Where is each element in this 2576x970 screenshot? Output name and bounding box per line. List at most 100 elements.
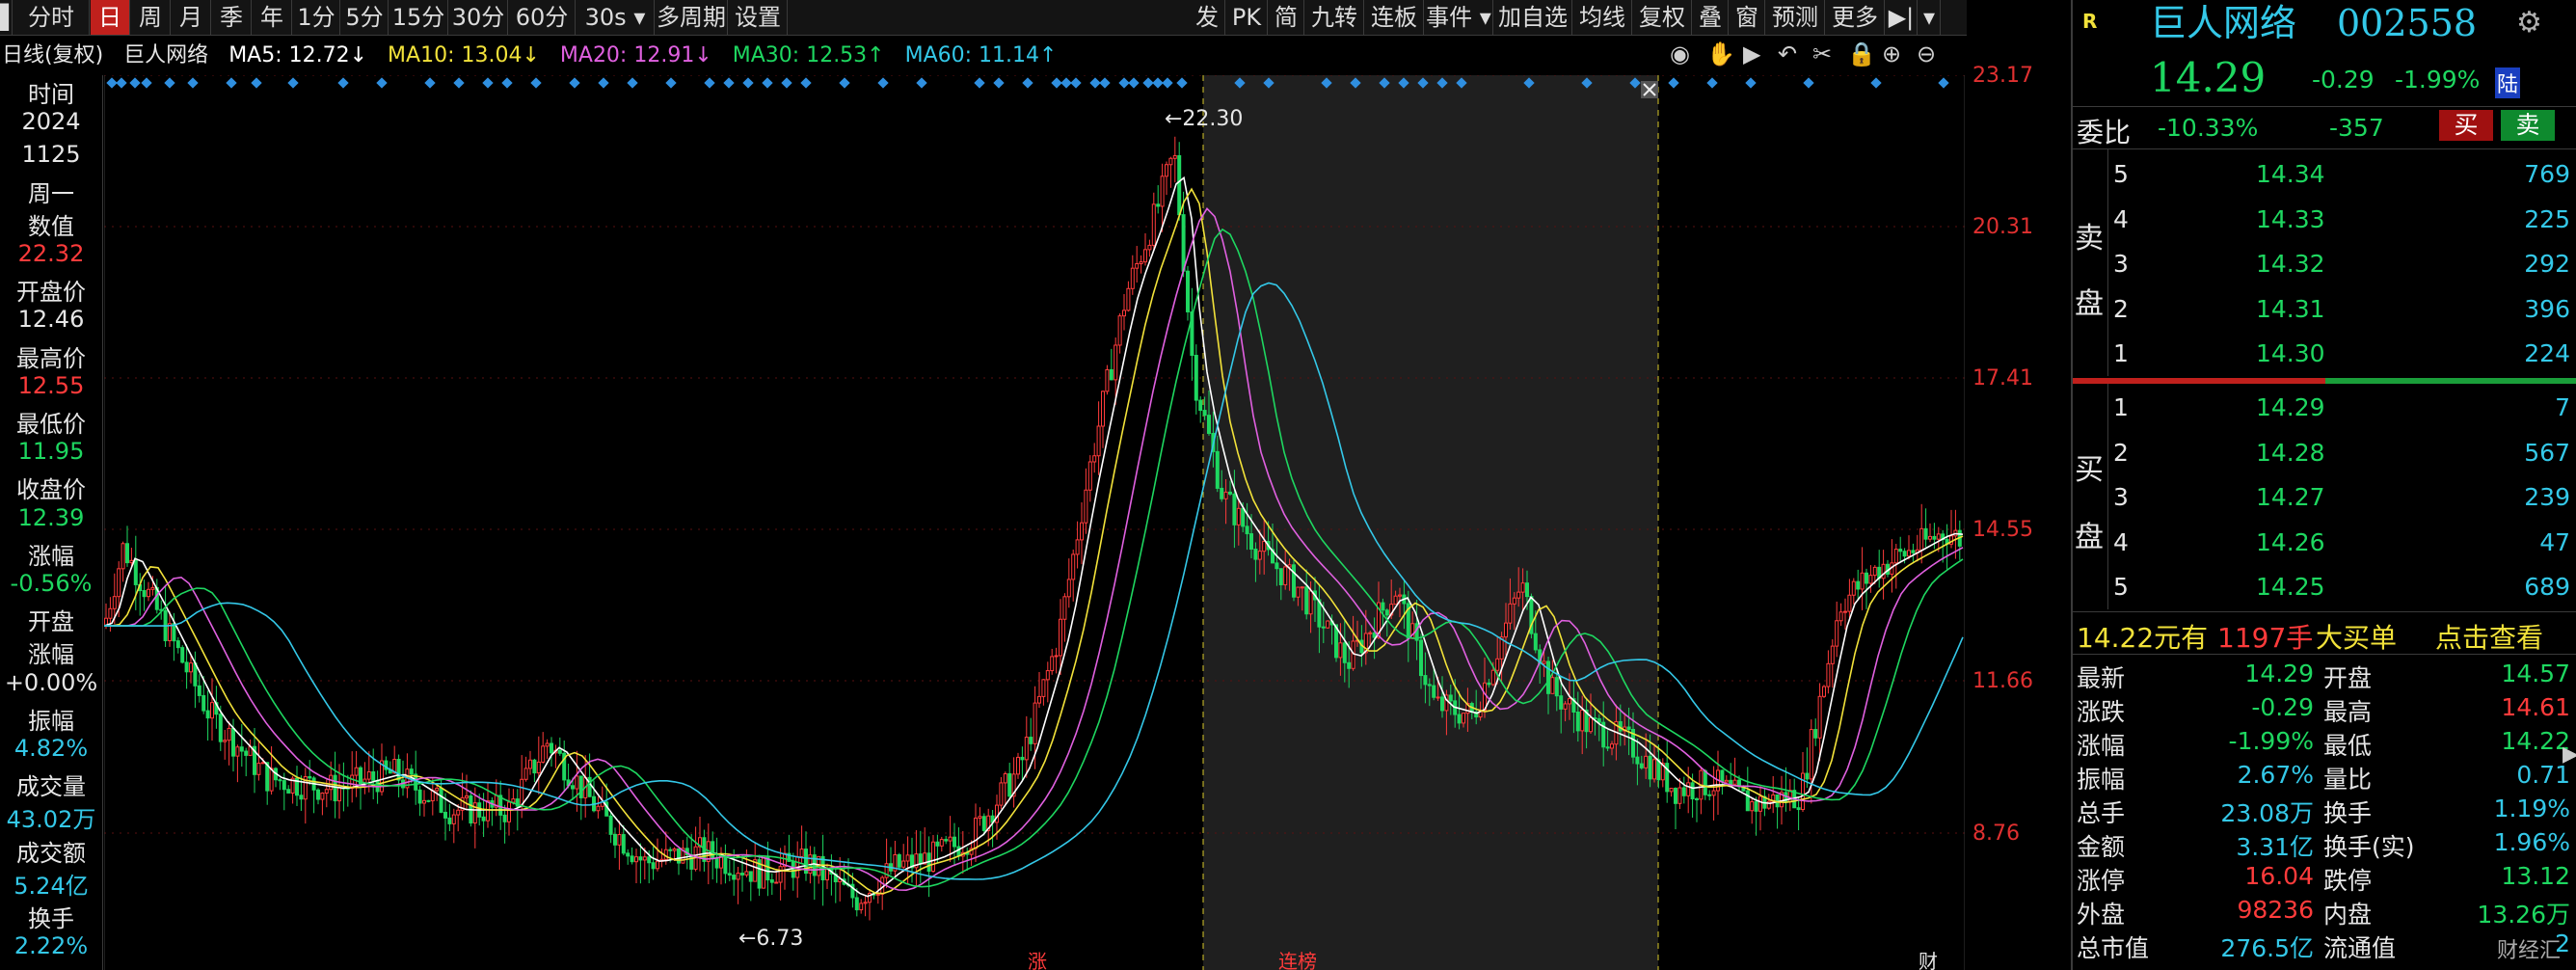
sell-p: 14.34 [2256,160,2325,188]
weibi-label: 委比 [2077,117,2132,148]
period-tab[interactable]: 30分 [449,0,508,35]
event-marker[interactable]: 财 [1919,950,1938,970]
candle-body [999,782,1004,806]
candle-body [1872,566,1877,577]
signal-marker [1706,77,1718,89]
candle-body [935,841,940,847]
sell-v: 396 [2524,294,2570,323]
undo-icon[interactable]: ↶ [1778,40,1797,67]
toolbar-action[interactable]: 预测 [1766,0,1825,35]
period-tab[interactable]: 30s ▾ [577,0,655,35]
candle-body [422,799,426,804]
candle-body [117,568,121,598]
buy-p: 14.26 [2256,527,2325,556]
stat-k1: 振幅 [2077,766,2126,794]
info-cell: 11.95 [17,438,85,466]
kline-chart[interactable]: ←22.30 ←6.73 涨 连榜 财 [104,75,1965,970]
info-cell: 5.24亿 [13,872,89,900]
candle-body [1695,797,1699,800]
candle-body [1923,527,1928,540]
candle-body [218,714,223,742]
ma10-label: MA10: 13.04↓ [388,43,540,67]
candle-body [1168,157,1173,166]
period-tab[interactable]: 5分 [341,0,389,35]
candle-body [1381,602,1385,611]
bigbuy-label: 大买单 [2316,622,2398,654]
candle-body [175,640,180,649]
stat-v1: -0.29 [2251,693,2314,721]
candle-body [1126,287,1131,311]
sell-button[interactable]: 卖 [2501,110,2555,141]
toolbar-action[interactable]: PK [1226,0,1268,35]
bigbuy-link[interactable]: 点击查看 [2435,617,2543,656]
play-icon[interactable]: ▶ [1743,40,1760,67]
toolbar-action[interactable]: 发 [1190,0,1225,35]
toolbar-action[interactable]: 事件 ▾ [1425,0,1493,35]
quote-panel: R 巨人网络 002558 ⚙ 14.29 -0.29 -1.99% 陆 委比 … [2071,0,2576,970]
period-tab[interactable]: 多周期 [656,0,728,35]
toolbar-action[interactable]: 简 [1269,0,1304,35]
buy-p: 14.27 [2256,483,2325,511]
candle-body [1165,164,1168,177]
candle-body [180,647,185,663]
buy-button[interactable]: 买 [2439,110,2493,141]
period-tab[interactable]: 60分 [509,0,576,35]
toolbar-toggle-icon[interactable]: ▌ [0,0,17,35]
signal-marker [106,77,118,89]
toolbar-action[interactable]: 加自选 [1494,0,1572,35]
candle-body [1559,695,1564,710]
scroll-right-arrow[interactable]: ▶ [2563,742,2576,767]
price-tick: 11.66 [1972,669,2033,693]
scissors-icon[interactable]: ✂ [1812,40,1832,67]
candle-body [621,834,626,854]
toolbar-action[interactable]: 复权 [1633,0,1692,35]
zoom-in-icon[interactable]: ⊕ [1882,40,1901,67]
event-marker[interactable]: 连榜 [1278,950,1317,970]
buy-v: 7 [2555,393,2570,421]
period-tab[interactable]: 1分 [293,0,340,35]
period-tab[interactable]: 15分 [389,0,448,35]
stat-k1: 最新 [2077,664,2126,692]
expand-icon[interactable]: ▶| [1886,0,1918,35]
lock-icon[interactable]: 🔒 [1847,40,1876,67]
hand-icon[interactable]: ✋ [1706,40,1735,67]
stock-name: 巨人网络 [2150,2,2297,44]
event-marker[interactable]: 涨 [1028,950,1047,970]
settings-icon[interactable]: ⚙ [2516,6,2542,40]
eye-icon[interactable]: ◉ [1670,40,1690,67]
chart-type-label[interactable]: 日线(复权) [2,43,103,67]
period-tab[interactable]: 周 [131,0,171,35]
toolbar-action[interactable]: 窗 [1730,0,1765,35]
period-tab[interactable]: 日 [91,0,130,35]
buy-p: 14.29 [2256,393,2325,421]
buy-lv: 3 [2113,483,2129,511]
period-tab[interactable]: 年 [253,0,292,35]
candle-body [1194,355,1198,401]
candle-body [1686,782,1691,796]
info-cell: 1125 [21,141,81,169]
candle-body [948,836,953,842]
info-cell: 最高价 [16,344,86,372]
period-tab[interactable]: 设置 [729,0,788,35]
toolbar-action[interactable]: 叠 [1693,0,1729,35]
market-badge: 陆 [2495,67,2521,98]
zoom-out-icon[interactable]: ⊖ [1917,40,1936,67]
candle-body [1338,642,1343,659]
candle-body [748,871,753,882]
more-dropdown-icon[interactable]: ▾ [1919,0,1941,35]
period-tab[interactable]: 分时 [13,0,90,35]
candle-body [1278,568,1283,586]
candle-body [1796,807,1801,811]
toolbar-action[interactable]: 均线 [1573,0,1632,35]
candle-body [1554,677,1559,697]
period-tab[interactable]: 月 [172,0,211,35]
toolbar-action[interactable]: 更多 [1826,0,1885,35]
toolbar-action[interactable]: 九转 [1305,0,1364,35]
stat-k2: 开盘 [2323,664,2373,692]
candle-body [1550,677,1555,694]
candle-body [1130,267,1135,289]
signal-marker [1152,77,1164,89]
period-tab[interactable]: 季 [212,0,252,35]
toolbar-action[interactable]: 连板 [1365,0,1424,35]
signal-marker [1176,77,1188,89]
